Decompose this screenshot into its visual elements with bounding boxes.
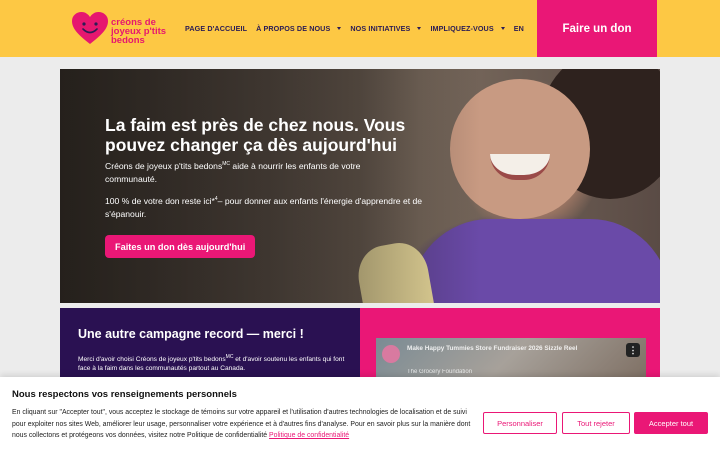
campaign-title: Une autre campagne record — merci !	[78, 327, 304, 341]
heart-smile-icon	[72, 12, 108, 50]
cookie-banner: Nous respectons vos renseignements perso…	[0, 377, 720, 450]
cookie-text: En cliquant sur "Accepter tout", vous ac…	[12, 409, 471, 439]
nav-item-about[interactable]: À PROPOS DE NOUS	[256, 24, 342, 33]
nav-item-get-involved[interactable]: IMPLIQUEZ-VOUS	[430, 24, 505, 33]
nav-item-initiatives[interactable]: NOS INITIATIVES	[350, 24, 422, 33]
logo-text: créons de joyeux p'tits bedons	[111, 16, 167, 46]
chevron-down-icon	[417, 27, 422, 30]
language-switch-en[interactable]: EN	[514, 24, 524, 33]
hero-title: La faim est près de chez nous. Vous pouv…	[105, 115, 406, 155]
personalize-button[interactable]: Personnaliser	[483, 412, 557, 434]
hero-subtext: 100 % de votre don reste ici*4– pour don…	[105, 196, 423, 219]
more-options-icon[interactable]: ⋮	[626, 343, 640, 357]
nav-item-home[interactable]: PAGE D'ACCUEIL	[185, 24, 247, 33]
campaign-text: Merci d'avoir choisi Créons de joyeux p'…	[78, 353, 345, 372]
donate-button[interactable]: Faire un don	[537, 0, 657, 57]
cookie-title: Nous respectons vos renseignements perso…	[12, 389, 237, 400]
video-title[interactable]: Make Happy Tummies Store Fundraiser 2026…	[407, 345, 607, 353]
hero-banner: La faim est près de chez nous. Vous pouv…	[60, 69, 660, 303]
site-logo[interactable]: créons de joyeux p'tits bedons	[72, 12, 166, 50]
reject-all-button[interactable]: Tout rejeter	[562, 412, 630, 434]
page: créons de joyeux p'tits bedons PAGE D'AC…	[0, 0, 720, 450]
hero-donate-button[interactable]: Faites un don dès aujourd'hui	[105, 235, 256, 258]
main-nav: PAGE D'ACCUEIL À PROPOS DE NOUS NOS INIT…	[185, 24, 533, 33]
chevron-down-icon	[500, 27, 505, 30]
hero-description: Créons de joyeux p'tits bedonsMC aide à …	[105, 161, 361, 184]
privacy-policy-link[interactable]: Politique de confidentialité	[269, 432, 349, 439]
video-channel: The Grocery Foundation	[407, 369, 473, 375]
accept-all-button[interactable]: Accepter tout	[634, 412, 708, 434]
site-header: créons de joyeux p'tits bedons PAGE D'AC…	[0, 0, 720, 57]
channel-avatar[interactable]	[382, 345, 400, 363]
chevron-down-icon	[337, 27, 342, 30]
